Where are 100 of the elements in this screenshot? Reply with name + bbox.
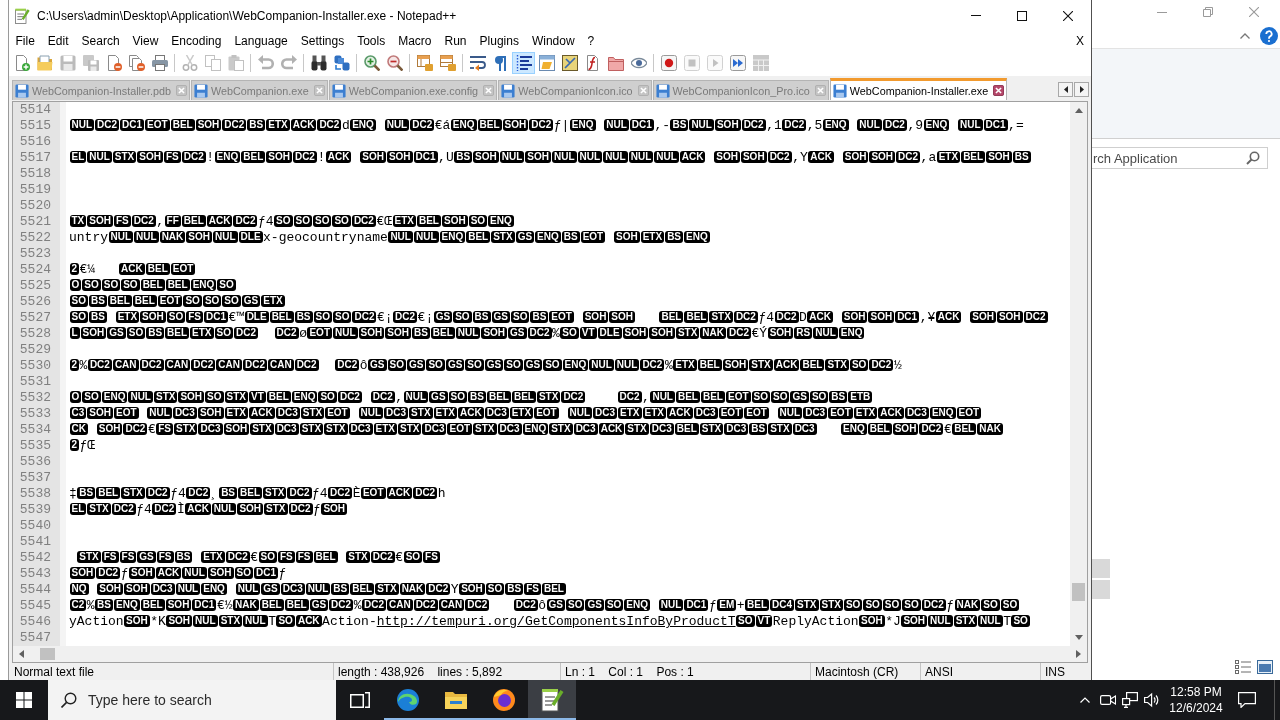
- browser-icon: [396, 688, 420, 712]
- details-view-icon[interactable]: [1235, 660, 1251, 674]
- minimize-icon: [971, 15, 981, 16]
- search-icon: [61, 692, 77, 708]
- preview-pane-icon[interactable]: [1257, 660, 1273, 674]
- eye-icon: [630, 55, 647, 71]
- caret-right-icon: [1079, 86, 1084, 93]
- floppy-disks-icon: [82, 55, 99, 71]
- menu-item[interactable]: View: [126, 33, 165, 48]
- notification-icon[interactable]: [1238, 692, 1256, 708]
- line-number: 5523: [13, 246, 66, 262]
- search-field[interactable]: Type here to search: [48, 680, 336, 720]
- line-number: 5545: [13, 598, 66, 614]
- window-note-icon: [538, 55, 555, 71]
- menu-item[interactable]: Tools: [350, 33, 392, 48]
- word-wrap-icon: [469, 55, 486, 71]
- taskbar-button[interactable]: [528, 680, 576, 720]
- volume-icon[interactable]: [1144, 692, 1160, 708]
- close-icon: [1063, 10, 1073, 21]
- line-number: 5524: [13, 262, 66, 278]
- tab[interactable]: WebCompanion-Installer.exe: [829, 78, 1008, 100]
- browser-icon: [492, 688, 516, 712]
- restore-icon: [1203, 7, 1213, 17]
- caret-left-icon: [19, 650, 24, 658]
- line-number: 5518: [13, 166, 66, 182]
- window-title: C:\Users\admin\Desktop\Application\WebCompanion-Installer.exe - Notepad++: [37, 8, 458, 23]
- line-number: 5528: [13, 326, 66, 342]
- grid-icon: [752, 55, 769, 71]
- vertical-scrollbar[interactable]: [1070, 102, 1087, 646]
- task-view-icon: [350, 692, 370, 708]
- line-number: 5538: [13, 486, 66, 502]
- line-number: 5520: [13, 198, 66, 214]
- undo-icon: [257, 55, 274, 71]
- play-icon: [706, 55, 723, 71]
- camera-icon[interactable]: [1100, 692, 1116, 708]
- caret-right-icon: [1076, 650, 1081, 658]
- scroll-thumb[interactable]: [1072, 583, 1085, 601]
- line-number: 5540: [13, 518, 66, 534]
- indent-guide-button[interactable]: [512, 52, 535, 74]
- line-number: 5539: [13, 502, 66, 518]
- menu-item[interactable]: Run: [438, 33, 474, 48]
- window-lock-icon: [439, 55, 456, 71]
- close-icon[interactable]: [993, 85, 1005, 96]
- start-icon: [16, 692, 32, 708]
- clock-button[interactable]: 12:58 PM 12/6/2024: [1163, 680, 1229, 720]
- notepad-icon: [14, 7, 30, 24]
- menu-item[interactable]: Settings: [294, 33, 351, 48]
- caret-down-icon: [1074, 635, 1083, 640]
- line-number: 5532: [13, 390, 66, 406]
- caret-left-icon: [1063, 86, 1068, 93]
- scroll-thumb[interactable]: [40, 648, 55, 660]
- status-text: INS: [1044, 663, 1066, 680]
- fast-forward-icon: [729, 55, 746, 71]
- network-icon[interactable]: [1122, 692, 1138, 708]
- line-number: 5536: [13, 454, 66, 470]
- line-number: 5529: [13, 342, 66, 358]
- notepad-icon: [540, 688, 564, 712]
- line-number: 5537: [13, 470, 66, 486]
- url-link[interactable]: http://tempuri.org/GetComponentsInfoByProductT: [376, 614, 736, 629]
- tab-scroll-left-button[interactable]: [1058, 82, 1073, 97]
- clipboard-icon: [227, 55, 244, 71]
- menu-item[interactable]: Macro: [391, 33, 438, 48]
- line-number: 5525: [13, 278, 66, 294]
- map-icon: [561, 55, 578, 71]
- line-number: 5522: [13, 230, 66, 246]
- line-number: 5547: [13, 630, 66, 646]
- line-number: 5544: [13, 582, 66, 598]
- code-line: C3 SOH EOT NUL DC3 SOH ETX ACK DC3 STX EOT NUL DC3 STX ETX ACK DC3 ETX EOT NUL DC3 ETX ETX ACK DC3 EOT EOT NUL DC3 EOT ETX ACK DC3 ENQ EOT: [68, 406, 983, 421]
- menu-item[interactable]: Plugins: [473, 33, 526, 48]
- folder-icon: [607, 55, 624, 71]
- minimize-icon: [1157, 11, 1167, 13]
- menu-item[interactable]: Encoding: [164, 33, 228, 48]
- help-icon[interactable]: [1260, 27, 1278, 45]
- line-number: 5517: [13, 150, 66, 166]
- horizontal-scrollbar[interactable]: [13, 646, 1087, 662]
- menu-item[interactable]: File: [9, 33, 42, 48]
- line-number: 5543: [13, 566, 66, 582]
- menu-item[interactable]: ?: [581, 33, 601, 48]
- line-number: 5530: [13, 358, 66, 374]
- line-number: 5535: [13, 438, 66, 454]
- tab-scroll-right-button[interactable]: [1074, 82, 1089, 97]
- function-icon: [584, 55, 601, 71]
- menu-item[interactable]: Language: [227, 33, 295, 48]
- line-number: 5514: [13, 102, 66, 118]
- stop-icon: [683, 55, 700, 71]
- search-field[interactable]: rch Application: [1092, 147, 1268, 169]
- side-tile: [1092, 580, 1110, 599]
- close-icon: [1249, 7, 1259, 17]
- menu-item[interactable]: Edit: [41, 33, 76, 48]
- line-number: 5516: [13, 134, 66, 150]
- line-number: 5541: [13, 534, 66, 550]
- search-icon[interactable]: [1246, 151, 1260, 165]
- close-document-button[interactable]: X: [1075, 33, 1085, 48]
- line-number: 5515: [13, 118, 66, 134]
- menu-item[interactable]: Window: [525, 33, 582, 48]
- menu-item[interactable]: Search: [75, 33, 127, 48]
- close-file-icon: [105, 55, 122, 71]
- binoculars-icon: [333, 55, 350, 71]
- copy-icon: [204, 55, 221, 71]
- side-tile: [1092, 559, 1110, 578]
